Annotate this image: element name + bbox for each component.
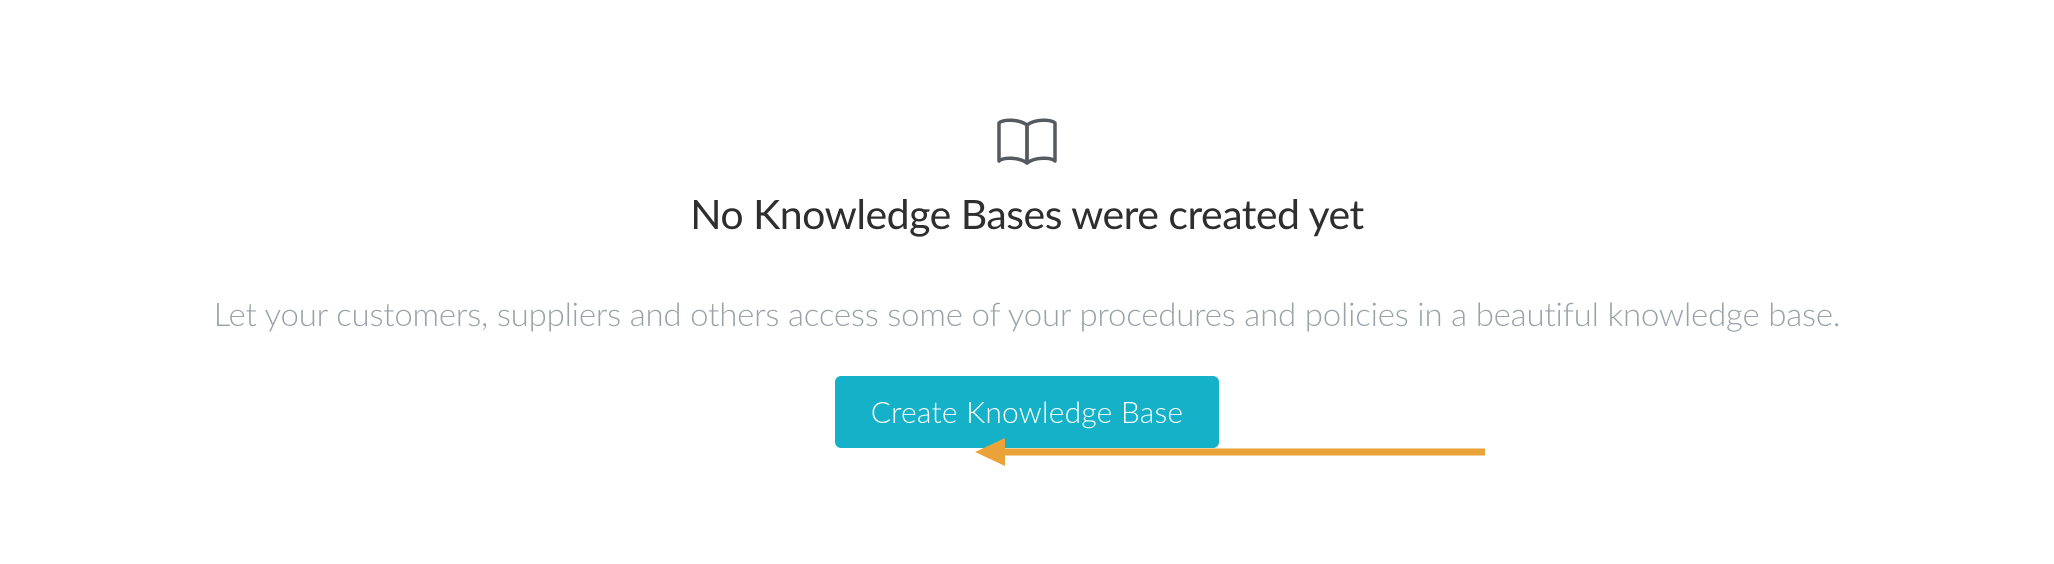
create-knowledge-base-button[interactable]: Create Knowledge Base: [835, 376, 1220, 448]
empty-state-title: No Knowledge Bases were created yet: [690, 189, 1364, 238]
book-icon: [995, 117, 1059, 173]
empty-state-description: Let your customers, suppliers and others…: [214, 294, 1841, 334]
empty-state-container: No Knowledge Bases were created yet Let …: [0, 117, 2054, 448]
